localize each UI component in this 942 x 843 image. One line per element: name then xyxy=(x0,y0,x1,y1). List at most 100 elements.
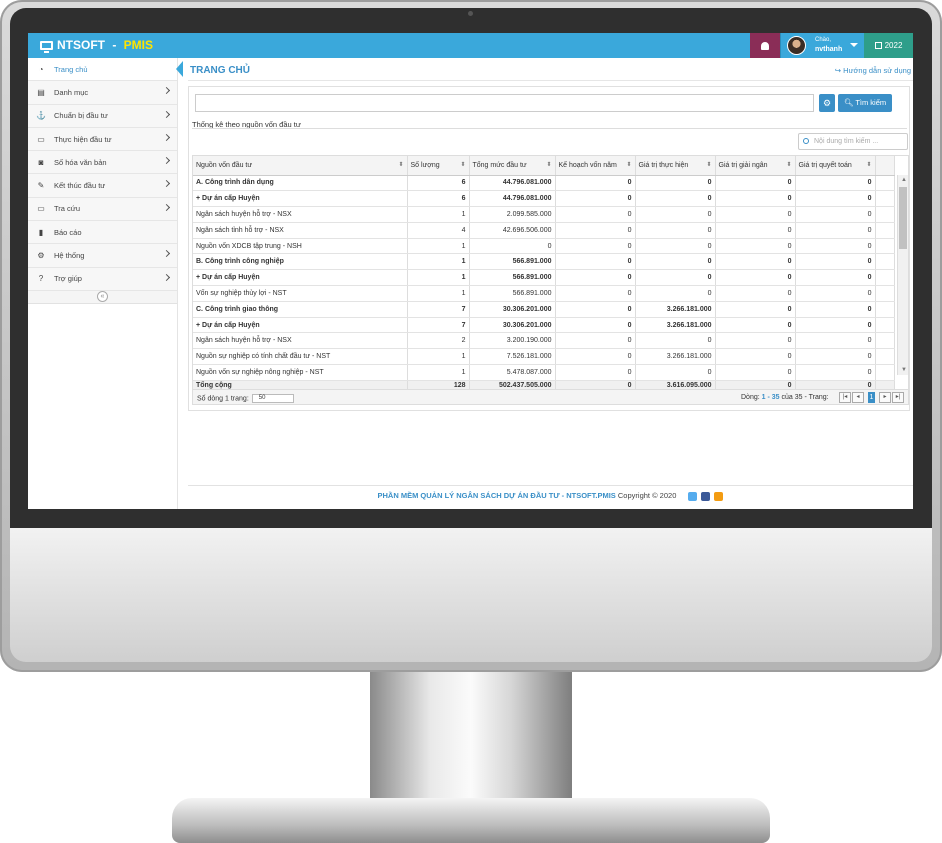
column-header[interactable]: Giá trị giải ngân ⬍ xyxy=(715,156,796,176)
search-input[interactable] xyxy=(195,94,814,112)
sidebar-item-0[interactable]: ◔ Trang chủ xyxy=(28,58,183,82)
chevron-right-icon xyxy=(162,110,171,118)
sidebar-item-6[interactable]: ▭ Tra cứu xyxy=(28,197,177,222)
table-row[interactable]: Ngân sách huyện hỗ trợ - NSX 1 2.099.585.0… xyxy=(193,206,895,223)
table-cell: 30.306.201.000 xyxy=(469,301,556,318)
table-cell: 1 xyxy=(407,238,470,255)
book-icon: ▤ xyxy=(37,87,45,97)
table-cell xyxy=(875,364,895,381)
sidebar-item-label: Kết thúc đầu tư xyxy=(54,181,106,191)
table-cell: 44.796.081.000 xyxy=(469,175,556,192)
sidebar-item-label: Danh mục xyxy=(54,87,89,97)
scroll-thumb[interactable] xyxy=(899,187,907,249)
vertical-scrollbar[interactable]: ▲ ▼ xyxy=(897,175,908,375)
table-row[interactable]: Nguồn sự nghiệp có tính chất đầu tư - NS… xyxy=(193,348,895,366)
table-cell: 0 xyxy=(715,206,796,223)
table-row[interactable]: + Dự án cấp Huyện 6 44.796.081.000 0 0 0 0 xyxy=(193,190,895,208)
prev-page-button[interactable]: ◂ xyxy=(852,392,864,403)
table-row[interactable]: Ngân sách huyện hỗ trợ - NSX 2 3.200.190.0… xyxy=(193,332,895,350)
bell-icon xyxy=(761,41,769,50)
sidebar: ◔ Trang chủ ▤ Danh mục ⚓ Chuẩn bị đầu tư ▭ Thực… xyxy=(28,58,183,509)
column-header[interactable]: Tổng mức đầu tư ⬍ xyxy=(469,156,556,176)
sidebar-item-9[interactable]: ? Trợ giúp xyxy=(28,267,177,291)
app-logo[interactable]: NTSOFT - PMIS xyxy=(40,38,153,53)
sidebar-item-4[interactable]: ◙ Số hóa văn bản xyxy=(28,151,177,175)
table-row[interactable]: Ngân sách tỉnh hỗ trợ - NSX 4 42.696.506.0… xyxy=(193,222,895,239)
sidebar-collapse[interactable]: « xyxy=(28,290,177,304)
gear-icon: ⚙ xyxy=(822,98,832,108)
chevron-right-icon xyxy=(162,250,171,258)
rss-icon[interactable] xyxy=(714,491,724,501)
table-cell: 0 xyxy=(635,175,716,192)
table-cell xyxy=(875,332,895,350)
table-row[interactable]: B. Công trình công nghiệp 1 566.891.000 0 0 0… xyxy=(193,253,895,271)
chevron-right-icon xyxy=(162,87,171,95)
table-row[interactable]: A. Công trình dân dụng 6 44.796.081.000 0 0 0… xyxy=(193,175,895,192)
table-cell: 4 xyxy=(407,222,470,239)
year-selector[interactable]: 2022 xyxy=(864,33,913,58)
user-menu[interactable]: Chào, nvthanh xyxy=(780,33,864,58)
table-row[interactable]: + Dự án cấp Huyện 1 566.891.000 0 0 0 0 xyxy=(193,269,895,287)
active-pointer xyxy=(176,61,183,77)
table-row[interactable]: + Dự án cấp Huyện 7 30.306.201.000 0 3.266.1… xyxy=(193,317,895,334)
table-cell: 7 xyxy=(407,317,470,334)
sidebar-item-1[interactable]: ▤ Danh mục xyxy=(28,81,177,105)
table-cell: 0 xyxy=(555,317,636,334)
divider xyxy=(188,485,913,486)
gavel-icon: ✎ xyxy=(37,181,45,191)
monitor-chin xyxy=(10,528,932,662)
chevron-right-icon xyxy=(162,203,171,211)
table-cell: 0 xyxy=(555,175,636,192)
column-header[interactable]: Kế hoạch vốn năm ⬍ xyxy=(555,156,636,176)
notification-button[interactable] xyxy=(750,33,780,58)
table-cell: + Dự án cấp Huyện xyxy=(193,269,408,287)
twitter-icon[interactable] xyxy=(688,491,698,501)
table-row[interactable]: Nguồn vốn sự nghiệp nông nghiệp - NST 1 5.… xyxy=(193,364,895,381)
column-header[interactable]: Giá trị thực hiện ⬍ xyxy=(635,156,716,176)
sidebar-item-7[interactable]: ▮ Báo cáo xyxy=(28,221,177,245)
sidebar-item-5[interactable]: ✎ Kết thúc đầu tư xyxy=(28,174,177,198)
brand-name: NTSOFT xyxy=(57,38,105,52)
sort-icon: ⬍ xyxy=(866,162,872,168)
table-cell: 0 xyxy=(715,332,796,350)
sidebar-item-label: Chuẩn bị đầu tư xyxy=(54,111,108,121)
help-link-label: Hướng dẫn sử dụng xyxy=(843,66,911,75)
scroll-down-icon[interactable]: ▼ xyxy=(901,367,907,373)
scroll-up-icon[interactable]: ▲ xyxy=(901,177,907,183)
column-header-label: Giá trị thực hiện xyxy=(638,161,689,169)
filter-input[interactable]: Nội dung tìm kiếm ... xyxy=(798,133,908,150)
table-cell: 0 xyxy=(555,253,636,271)
column-header[interactable]: Nguồn vốn đầu tư ⬍ xyxy=(193,156,408,176)
first-page-button[interactable]: |◂ xyxy=(839,392,851,403)
sidebar-item-8[interactable]: ⚙ Hệ thống xyxy=(28,244,177,268)
table-cell: Ngân sách huyện hỗ trợ - NSX xyxy=(193,206,408,223)
next-page-button[interactable]: ▸ xyxy=(879,392,891,403)
table-cell: 0 xyxy=(635,190,716,208)
table-row[interactable]: C. Công trình giao thông 7 30.306.201.000 0… xyxy=(193,301,895,318)
column-header-label: Số lượng xyxy=(410,161,440,169)
facebook-icon[interactable] xyxy=(701,491,711,501)
table-cell: + Dự án cấp Huyện xyxy=(193,317,408,334)
current-page[interactable]: 1 xyxy=(868,392,875,403)
calendar-icon xyxy=(874,42,882,49)
settings-button[interactable]: ⚙ xyxy=(819,94,835,112)
table-row[interactable]: Nguồn vốn XDCB tập trung - NSH 1 0 0 0 0 0 xyxy=(193,238,895,255)
table-cell: 1 xyxy=(407,269,470,287)
table-cell: 1 xyxy=(407,253,470,271)
sidebar-item-3[interactable]: ▭ Thực hiện đầu tư xyxy=(28,127,177,152)
sidebar-item-label: Trang chủ xyxy=(54,64,88,74)
table-cell: 0 xyxy=(635,238,716,255)
table-cell: 0 xyxy=(715,301,796,318)
search-button[interactable]: 🔍︎ Tìm kiếm xyxy=(838,94,892,112)
table-cell: 0 xyxy=(795,222,876,239)
sidebar-item-2[interactable]: ⚓ Chuẩn bị đầu tư xyxy=(28,104,177,128)
help-link[interactable]: ↪ Hướng dẫn sử dụng xyxy=(835,66,911,75)
page-size-select[interactable]: 50 xyxy=(251,394,294,403)
sort-icon: ⬍ xyxy=(786,162,792,168)
table-cell: Ngân sách huyện hỗ trợ - NSX xyxy=(193,332,408,350)
table-row[interactable]: Vốn sự nghiệp thủy lợi - NST 1 566.891.000… xyxy=(193,285,895,302)
column-header[interactable]: Giá trị quyết toán ⬍ xyxy=(795,156,876,176)
column-header[interactable]: Số lượng ⬍ xyxy=(407,156,470,176)
table-cell: 0 xyxy=(715,348,796,366)
last-page-button[interactable]: ▸| xyxy=(892,392,904,403)
